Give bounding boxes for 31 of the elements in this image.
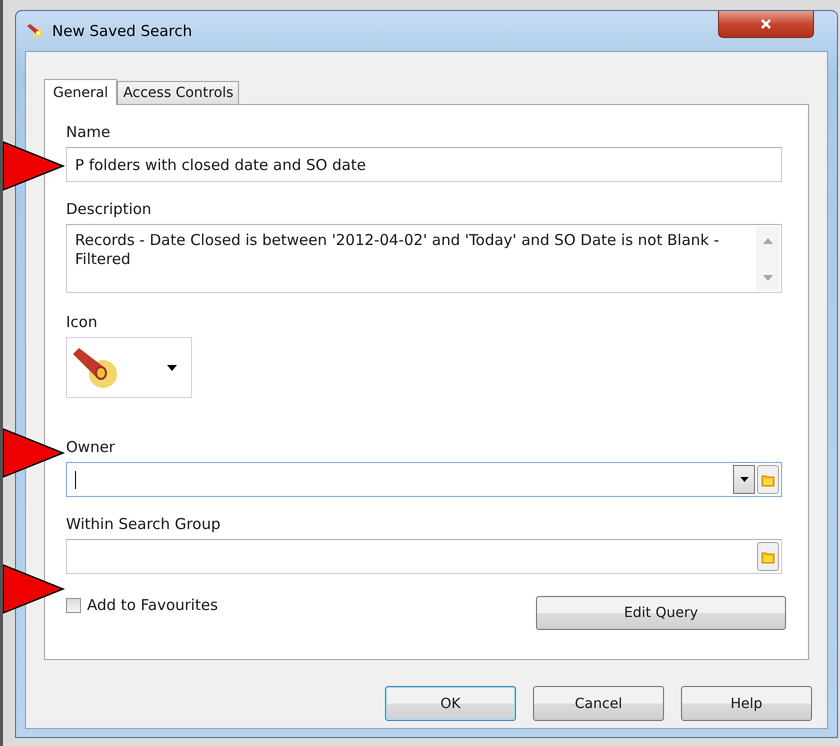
description-field[interactable]: Records - Date Closed is between '2012-04-02' and 'Today' and SO Date is not Blank - Filtered bbox=[66, 224, 782, 293]
scroll-down-icon[interactable] bbox=[763, 275, 773, 281]
favourites-checkbox[interactable]: Add to Favourites bbox=[66, 596, 218, 614]
checkbox[interactable] bbox=[66, 598, 81, 612]
browse-button[interactable] bbox=[757, 542, 779, 571]
tab[interactable]: Access Controls bbox=[117, 81, 240, 104]
text-cursor bbox=[75, 470, 76, 488]
field-label: Within Search Group bbox=[66, 515, 222, 533]
edit-query-button[interactable]: Edit Query bbox=[536, 596, 786, 630]
field-label: Icon bbox=[66, 313, 98, 331]
dropdown-arrow-icon bbox=[740, 477, 748, 482]
field-label: Owner bbox=[66, 438, 116, 456]
dialog-button[interactable]: OK bbox=[385, 686, 516, 721]
search-group-field[interactable] bbox=[66, 539, 782, 574]
tab[interactable]: General bbox=[44, 79, 118, 105]
scrollbar[interactable] bbox=[756, 226, 780, 291]
window-title: New Saved Search bbox=[52, 22, 192, 40]
close-icon bbox=[760, 18, 772, 30]
flashlight-icon bbox=[26, 23, 44, 39]
folder-icon bbox=[761, 550, 775, 564]
field-label: Name bbox=[66, 123, 112, 141]
dropdown-arrow-icon bbox=[167, 364, 177, 370]
name-field[interactable]: P folders with closed date and SO date bbox=[66, 147, 782, 182]
icon-dropdown[interactable] bbox=[66, 337, 192, 398]
close-button[interactable] bbox=[718, 11, 814, 38]
dialog-button[interactable]: Cancel bbox=[533, 686, 664, 721]
dropdown-button[interactable] bbox=[733, 465, 755, 494]
dialog-button[interactable]: Help bbox=[681, 686, 812, 721]
folder-icon bbox=[761, 472, 775, 486]
scroll-up-icon[interactable] bbox=[763, 238, 773, 244]
field-label: Description bbox=[66, 200, 152, 218]
